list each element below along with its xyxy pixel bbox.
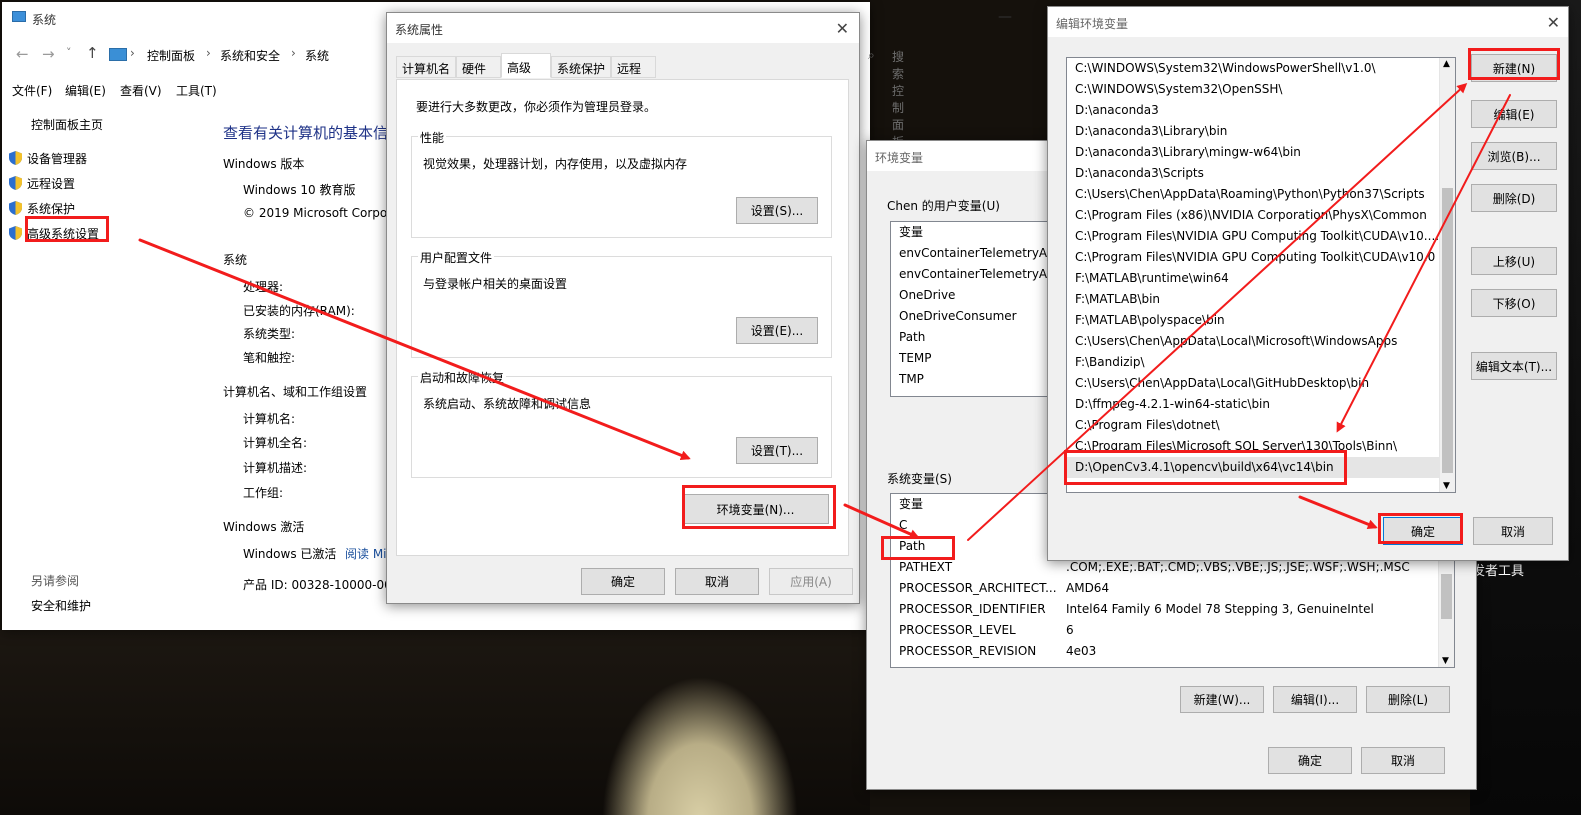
arrow-to-ok [1298, 495, 1378, 530]
annotation-arrows [138, 82, 1511, 541]
tab-advanced[interactable]: 高级 [501, 53, 551, 78]
arrow-to-env-button [138, 238, 691, 461]
arrow-to-path [843, 503, 920, 539]
arrow-to-opencv [1336, 94, 1511, 433]
arrow-to-new [967, 82, 1468, 541]
